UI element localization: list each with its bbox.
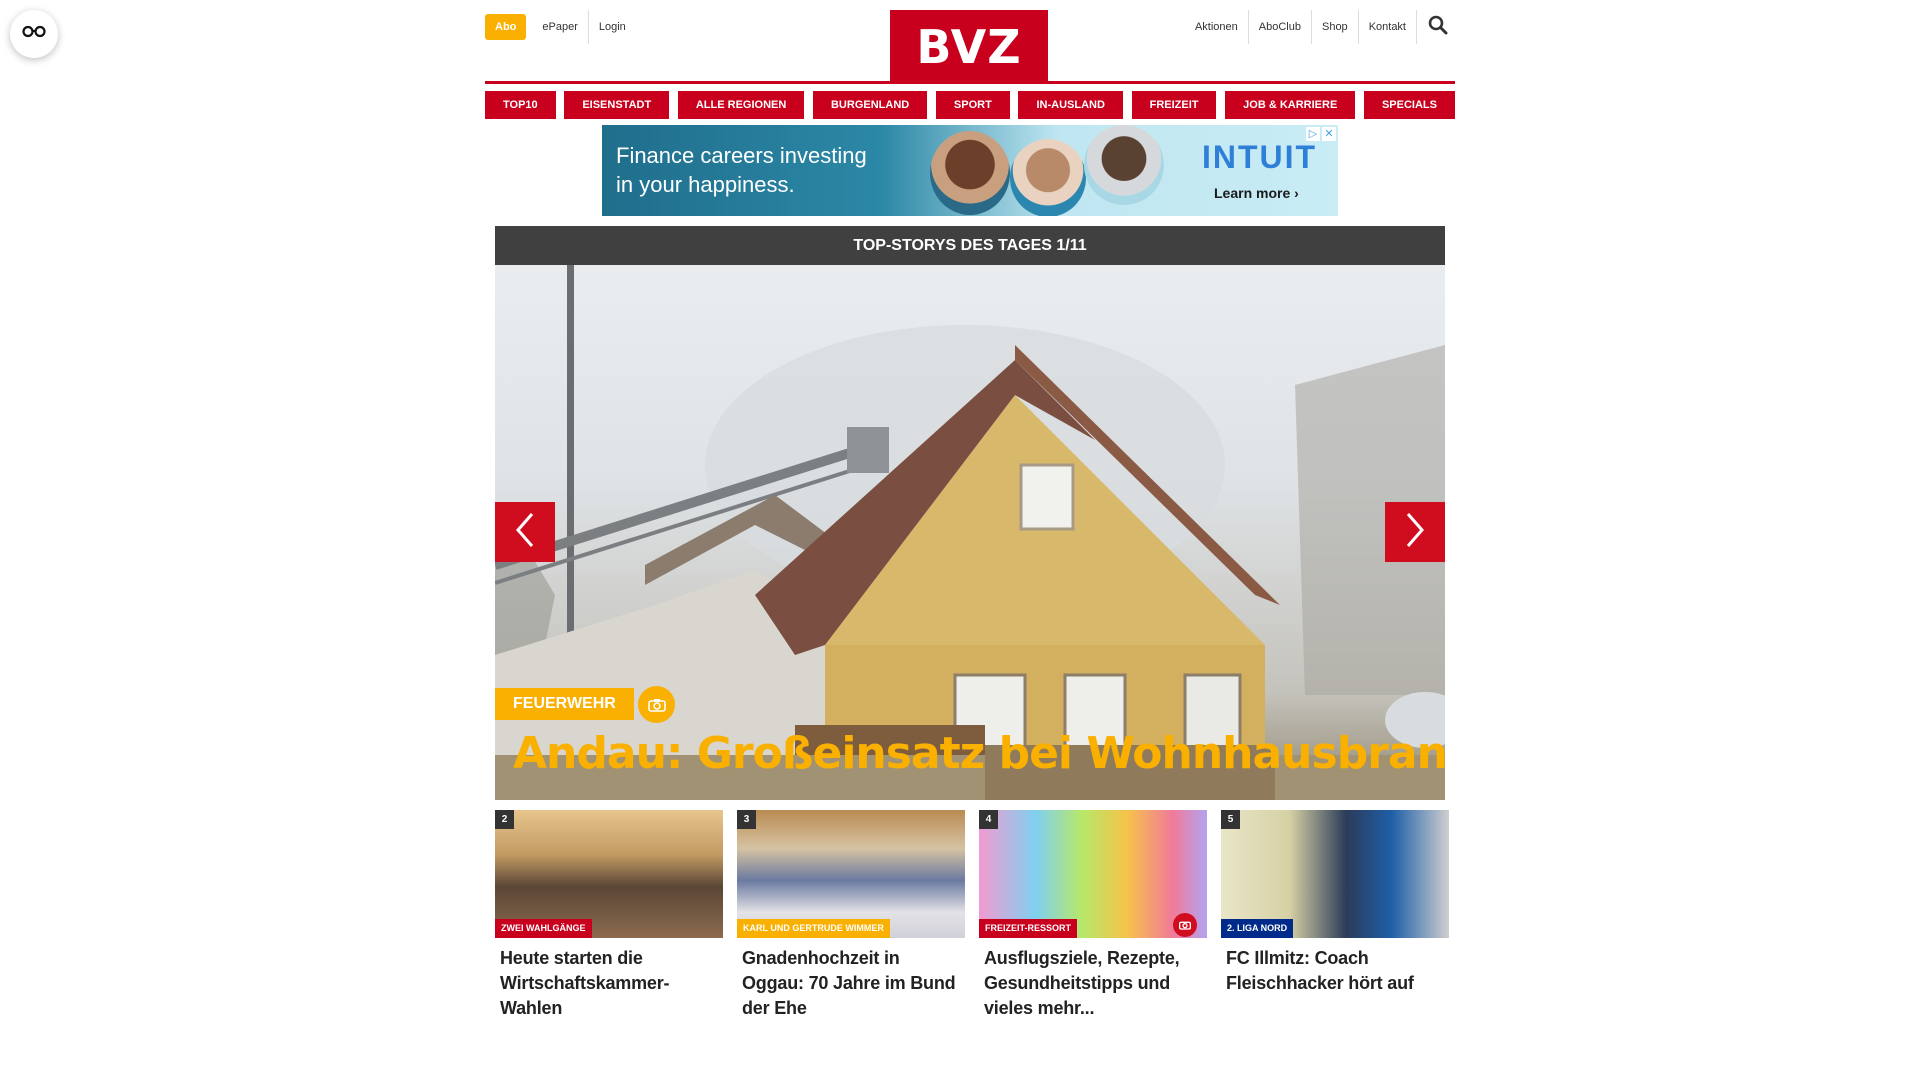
hero-category-tag[interactable]: FEUERWEHR bbox=[495, 688, 634, 720]
main-nav: TOP10 EISENSTADT ALLE REGIONEN BURGENLAN… bbox=[485, 91, 1455, 119]
ad-learn-more-link[interactable]: Learn more › bbox=[1214, 185, 1299, 201]
story-cards: 2 ZWEI WAHLGÄNGE Heute starten die Wirts… bbox=[495, 810, 1449, 1021]
ad-brand-logo: INTUIT bbox=[1202, 139, 1318, 175]
story-card[interactable]: 4 FREIZEIT-RESSORT Ausflugsziele, Rezept… bbox=[979, 810, 1207, 1021]
hero-headline[interactable]: Andau: Großeinsatz bei Wohnhausbrand bbox=[513, 728, 1445, 779]
story-card[interactable]: 3 KARL UND GERTRUDE WIMMER Gnadenhochzei… bbox=[737, 810, 965, 1021]
ad-text-line1: Finance careers investing bbox=[616, 143, 867, 168]
ad-icons: ▷ ✕ bbox=[1306, 127, 1336, 141]
epaper-link[interactable]: ePaper bbox=[532, 11, 587, 43]
nav-item-job-karriere[interactable]: JOB & KARRIERE bbox=[1225, 91, 1356, 119]
hero-story[interactable]: FEUERWEHR Andau: Großeinsatz bei Wohnhau… bbox=[495, 265, 1445, 800]
story-title[interactable]: Gnadenhochzeit in Oggau: 70 Jahre im Bun… bbox=[737, 938, 965, 1021]
story-rank: 5 bbox=[1221, 810, 1240, 829]
story-card[interactable]: 5 2. LIGA NORD FC Illmitz: Coach Fleisch… bbox=[1221, 810, 1449, 996]
nav-item-top10[interactable]: TOP10 bbox=[485, 91, 556, 119]
search-icon bbox=[1428, 15, 1448, 40]
nav-item-sport[interactable]: SPORT bbox=[935, 91, 1010, 119]
camera-icon bbox=[1173, 913, 1197, 937]
divider bbox=[1416, 10, 1417, 44]
nav-item-alle-regionen[interactable]: ALLE REGIONEN bbox=[677, 91, 805, 119]
story-title[interactable]: Ausflugsziele, Rezepte, Gesundheitstipps… bbox=[979, 938, 1207, 1021]
adchoices-icon[interactable]: ▷ bbox=[1306, 127, 1320, 141]
story-rank: 2 bbox=[495, 810, 514, 829]
logo-text: BVZ bbox=[916, 20, 1022, 74]
chevron-left-icon bbox=[514, 512, 536, 553]
header-right-links: Aktionen AboClub Shop Kontakt bbox=[1185, 10, 1455, 44]
ad-person-image bbox=[1010, 139, 1086, 216]
ad-person-image bbox=[930, 131, 1010, 215]
nav-item-eisenstadt[interactable]: EISENSTADT bbox=[564, 91, 670, 119]
nav-item-in-ausland[interactable]: IN-AUSLAND bbox=[1018, 91, 1123, 119]
reader-mode-button[interactable] bbox=[10, 10, 58, 58]
glasses-icon bbox=[22, 25, 46, 44]
nav-item-freizeit[interactable]: FREIZEIT bbox=[1131, 91, 1217, 119]
story-tag: ZWEI WAHLGÄNGE bbox=[495, 919, 592, 938]
header-left-links: Abo ePaper Login bbox=[485, 10, 636, 44]
shop-link[interactable]: Shop bbox=[1312, 11, 1358, 43]
story-rank: 4 bbox=[979, 810, 998, 829]
hero-image bbox=[495, 265, 1445, 800]
ad-person-image bbox=[1084, 125, 1164, 205]
story-rank: 3 bbox=[737, 810, 756, 829]
kontakt-link[interactable]: Kontakt bbox=[1359, 11, 1416, 43]
site-header: Abo ePaper Login BVZ Aktionen AboClub Sh… bbox=[485, 0, 1455, 84]
page-container: Abo ePaper Login BVZ Aktionen AboClub Sh… bbox=[485, 0, 1455, 1018]
story-tag: KARL UND GERTRUDE WIMMER bbox=[737, 919, 890, 938]
carousel-next-button[interactable] bbox=[1385, 502, 1445, 562]
bvz-logo[interactable]: BVZ bbox=[890, 10, 1048, 84]
nav-item-specials[interactable]: SPECIALS bbox=[1363, 91, 1455, 119]
story-image: 4 FREIZEIT-RESSORT bbox=[979, 810, 1207, 938]
top-stories-header: TOP-STORYS DES TAGES 1/11 bbox=[495, 226, 1445, 265]
story-title[interactable]: FC Illmitz: Coach Fleischhacker hört auf bbox=[1221, 938, 1449, 996]
camera-icon bbox=[638, 686, 675, 723]
aktionen-link[interactable]: Aktionen bbox=[1185, 11, 1248, 43]
search-button[interactable] bbox=[1421, 10, 1455, 44]
aboclub-link[interactable]: AboClub bbox=[1249, 11, 1311, 43]
story-image: 2 ZWEI WAHLGÄNGE bbox=[495, 810, 723, 938]
ad-text-line2: in your happiness. bbox=[616, 172, 795, 197]
login-link[interactable]: Login bbox=[589, 11, 636, 43]
carousel-prev-button[interactable] bbox=[495, 502, 555, 562]
story-tag: 2. LIGA NORD bbox=[1221, 919, 1294, 938]
abo-button[interactable]: Abo bbox=[485, 14, 527, 40]
story-card[interactable]: 2 ZWEI WAHLGÄNGE Heute starten die Wirts… bbox=[495, 810, 723, 1021]
nav-item-burgenland[interactable]: BURGENLAND bbox=[812, 91, 928, 119]
ad-text: Finance careers investing in your happin… bbox=[616, 141, 867, 199]
close-icon[interactable]: ✕ bbox=[1322, 127, 1336, 141]
story-image: 5 2. LIGA NORD bbox=[1221, 810, 1449, 938]
story-tag: FREIZEIT-RESSORT bbox=[979, 919, 1078, 938]
chevron-right-icon bbox=[1404, 512, 1426, 553]
story-image: 3 KARL UND GERTRUDE WIMMER bbox=[737, 810, 965, 938]
ad-banner[interactable]: Finance careers investing in your happin… bbox=[602, 125, 1338, 216]
story-title[interactable]: Heute starten die Wirtschaftskammer-Wahl… bbox=[495, 938, 723, 1021]
